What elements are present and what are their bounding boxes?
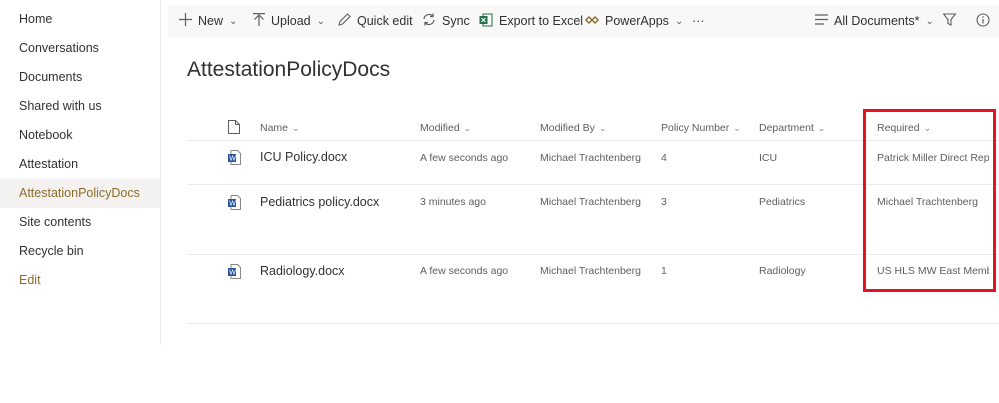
department-cell: ICU <box>759 152 778 164</box>
chevron-down-icon: ⌄ <box>598 123 607 133</box>
column-modified-by-label: Modified By <box>540 122 595 134</box>
nav-item-attestation[interactable]: Attestation <box>0 150 160 179</box>
policy-number-cell: 1 <box>661 265 667 277</box>
file-name-link[interactable]: Radiology.docx <box>260 264 345 278</box>
department-cell: Pediatrics <box>759 196 806 208</box>
view-label: All Documents* <box>834 14 920 28</box>
quick-edit-button[interactable]: Quick edit <box>338 5 413 37</box>
modified-cell: A few seconds ago <box>420 152 509 164</box>
column-modified-label: Modified <box>420 122 460 134</box>
powerapps-label: PowerApps <box>605 14 669 28</box>
row-divider <box>187 323 999 324</box>
chevron-down-icon: ⌄ <box>925 15 934 27</box>
column-header-department[interactable]: Department ⌄ <box>759 122 825 134</box>
export-to-excel-button[interactable]: Export to Excel <box>479 5 583 37</box>
column-policy-number-label: Policy Number <box>661 122 730 134</box>
word-file-icon: W <box>228 195 241 210</box>
word-file-icon: W <box>228 264 241 279</box>
chevron-down-icon: ⌄ <box>733 123 741 133</box>
page-title: AttestationPolicyDocs <box>187 58 391 81</box>
policy-number-cell: 3 <box>661 196 667 208</box>
chevron-down-icon: ⌄ <box>674 15 684 27</box>
file-name-link[interactable]: ICU Policy.docx <box>260 150 347 164</box>
quick-edit-label: Quick edit <box>357 14 413 28</box>
department-cell: Radiology <box>759 265 806 277</box>
excel-icon <box>479 13 493 30</box>
required-column-highlight <box>863 109 996 292</box>
nav-item-documents[interactable]: Documents <box>0 63 160 92</box>
document-type-icon[interactable] <box>228 120 240 137</box>
word-file-icon: W <box>228 150 241 165</box>
sync-label: Sync <box>442 14 470 28</box>
view-switcher-button[interactable]: All Documents* ⌄ <box>815 5 934 37</box>
more-icon: ··· <box>692 14 705 28</box>
chevron-down-icon: ⌄ <box>463 123 472 133</box>
modified-by-cell[interactable]: Michael Trachtenberg <box>540 152 641 164</box>
upload-arrow-icon <box>253 12 265 30</box>
chevron-down-icon: ⌄ <box>292 123 300 133</box>
filter-button[interactable] <box>942 5 957 37</box>
modified-by-cell[interactable]: Michael Trachtenberg <box>540 265 641 277</box>
column-name-label: Name <box>260 122 289 134</box>
sync-icon <box>422 13 436 29</box>
nav-item-conversations[interactable]: Conversations <box>0 34 160 63</box>
svg-text:W: W <box>229 156 236 163</box>
chevron-down-icon: ⌄ <box>229 15 238 27</box>
column-header-name[interactable]: Name ⌄ <box>260 122 300 134</box>
nav-item-attestationpolicydocs[interactable]: AttestationPolicyDocs <box>0 179 160 208</box>
modified-by-cell[interactable]: Michael Trachtenberg <box>540 196 641 208</box>
column-header-modified[interactable]: Modified ⌄ <box>420 122 471 134</box>
column-department-label: Department <box>759 122 814 134</box>
left-navigation: Home Conversations Documents Shared with… <box>0 0 161 345</box>
filter-icon <box>942 13 957 29</box>
nav-edit-link[interactable]: Edit <box>0 266 160 295</box>
info-icon <box>976 12 990 30</box>
more-commands-button[interactable]: ··· <box>692 5 705 37</box>
file-name-link[interactable]: Pediatrics policy.docx <box>260 195 379 209</box>
powerapps-button[interactable]: PowerApps ⌄ <box>585 5 683 37</box>
command-bar: New ⌄ Upload ⌄ Quick edit Sync Export to… <box>168 5 999 37</box>
nav-item-site-contents[interactable]: Site contents <box>0 208 160 237</box>
upload-label: Upload <box>271 14 311 28</box>
chevron-down-icon: ⌄ <box>817 123 826 133</box>
nav-item-notebook[interactable]: Notebook <box>0 121 160 150</box>
list-view-icon <box>815 14 828 28</box>
plus-icon <box>179 13 192 29</box>
nav-item-recycle-bin[interactable]: Recycle bin <box>0 237 160 266</box>
sync-button[interactable]: Sync <box>422 5 470 37</box>
new-button[interactable]: New ⌄ <box>179 5 237 37</box>
upload-button[interactable]: Upload ⌄ <box>253 5 325 37</box>
nav-item-home[interactable]: Home <box>0 5 160 34</box>
pencil-icon <box>338 13 351 29</box>
column-header-modified-by[interactable]: Modified By ⌄ <box>540 122 606 134</box>
policy-number-cell: 4 <box>661 152 667 164</box>
modified-cell: 3 minutes ago <box>420 196 486 208</box>
export-label: Export to Excel <box>499 14 584 28</box>
column-header-policy-number[interactable]: Policy Number ⌄ <box>661 122 741 134</box>
new-label: New <box>198 14 224 28</box>
modified-cell: A few seconds ago <box>420 265 509 277</box>
powerapps-icon <box>585 14 599 29</box>
chevron-down-icon: ⌄ <box>316 15 326 27</box>
svg-text:W: W <box>229 270 236 277</box>
info-button[interactable] <box>976 5 990 37</box>
svg-text:W: W <box>229 201 236 208</box>
nav-item-shared-with-us[interactable]: Shared with us <box>0 92 160 121</box>
